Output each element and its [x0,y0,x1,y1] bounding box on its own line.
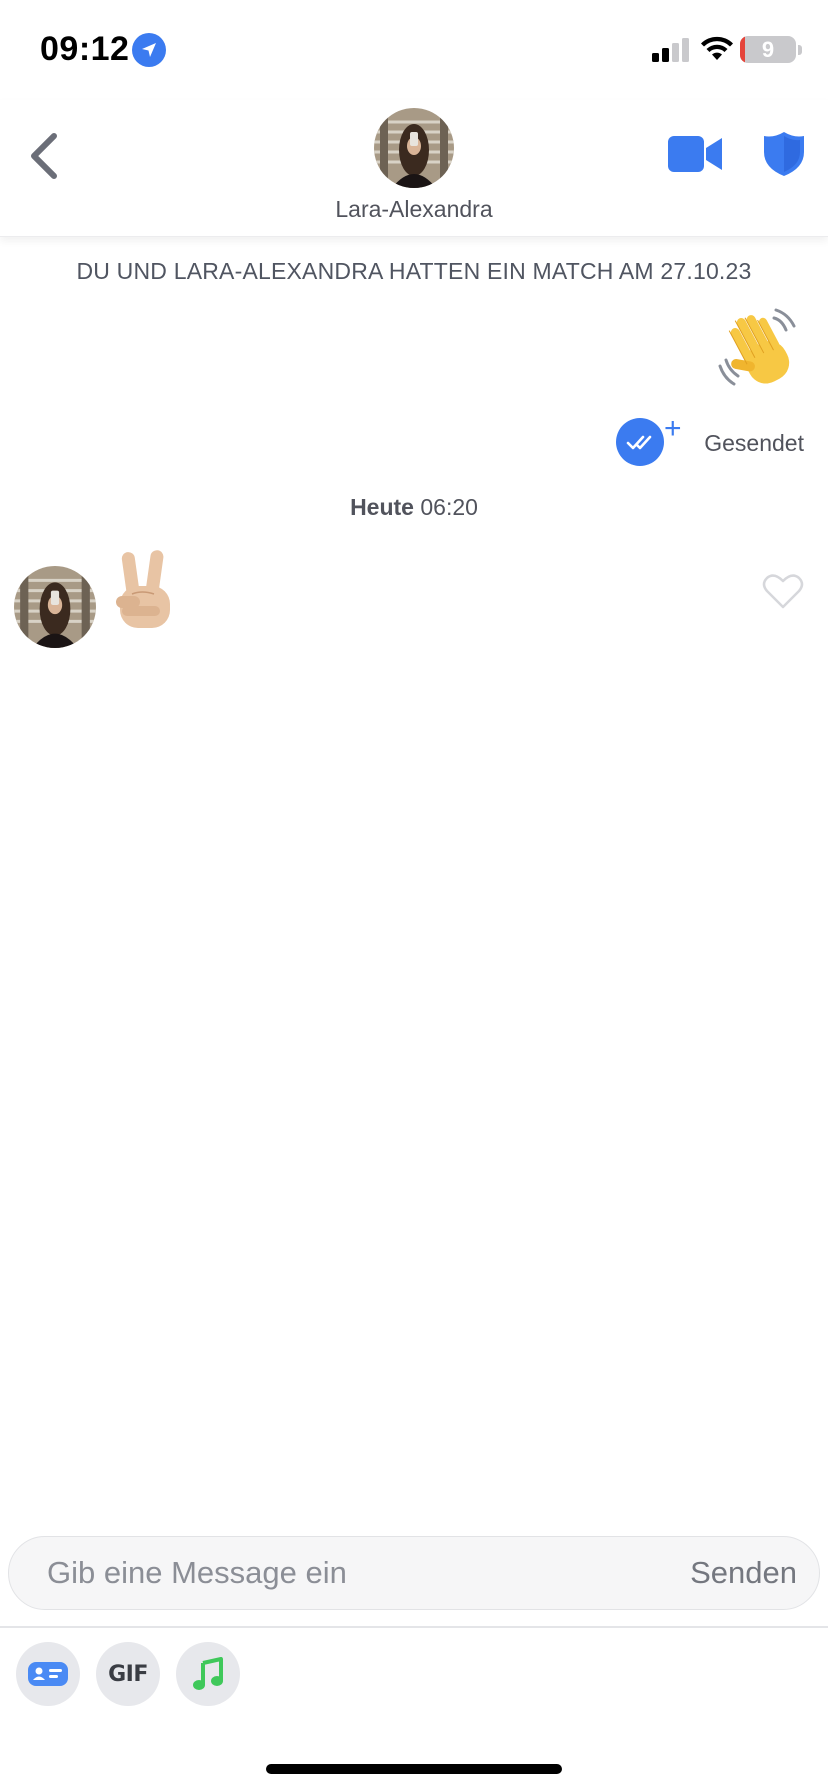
timestamp-day: Heute [350,494,414,520]
waving-hand-emoji[interactable] [714,304,804,394]
video-call-button[interactable] [668,134,724,174]
avatar-photo [14,566,96,648]
chevron-left-icon [31,133,57,179]
safety-button[interactable] [762,130,806,178]
send-button[interactable]: Senden [690,1555,797,1591]
toolbar-divider [0,1626,828,1628]
contact-avatar[interactable] [374,108,454,188]
music-note-icon [193,1657,223,1690]
like-button[interactable] [762,572,804,610]
message-composer: Senden [8,1536,820,1610]
video-camera-icon [668,136,722,172]
battery-level: 9 [761,37,775,62]
victory-hand-emoji[interactable] [112,550,182,632]
sent-status: Gesendet [704,430,804,456]
wifi-icon [701,36,733,60]
back-button[interactable] [22,128,72,184]
shield-icon [764,132,804,176]
chat-header: Lara-Alexandra [0,100,828,237]
heart-outline-icon [762,574,804,609]
status-time: 09:12 [40,30,130,68]
match-info: DU UND LARA-ALEXANDRA HATTEN EIN MATCH A… [76,258,752,284]
avatar-photo [374,108,454,188]
message-timestamp: Heute 06:20 [0,494,828,521]
message-input[interactable] [47,1537,647,1609]
location-arrow-icon [132,33,166,67]
battery-icon: 9 [740,36,796,63]
status-bar: 09:12 9 [0,0,828,100]
gif-label: GIF [108,1661,148,1687]
sender-avatar[interactable] [14,566,96,648]
home-indicator[interactable] [266,1764,562,1774]
contact-card-button[interactable] [16,1642,80,1706]
music-button[interactable] [176,1642,240,1706]
receipt-plus-icon[interactable]: + [664,414,682,444]
double-check-icon[interactable] [616,418,664,466]
timestamp-time: 06:20 [420,494,478,520]
cellular-signal-icon [652,38,689,62]
battery-nub [798,45,802,55]
gif-button[interactable]: GIF [96,1642,160,1706]
contact-card-icon [28,1662,68,1686]
contact-name[interactable]: Lara-Alexandra [0,196,828,223]
